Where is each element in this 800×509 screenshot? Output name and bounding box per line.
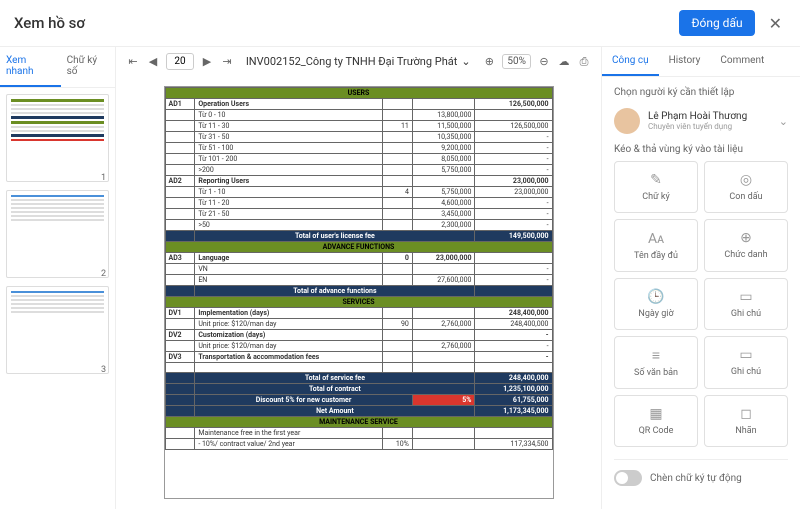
signature-tile-5[interactable]: ▭ Ghi chú: [704, 278, 788, 330]
tile-label: Ghi chú: [731, 367, 761, 377]
thumbnail[interactable]: 2: [6, 190, 109, 278]
thumb-number: 3: [101, 365, 106, 375]
signature-tile-4[interactable]: 🕒 Ngày giờ: [614, 278, 698, 330]
tile-label: Số văn bản: [634, 368, 678, 378]
last-page-icon[interactable]: ⇥: [220, 55, 234, 69]
signature-tile-0[interactable]: ✎ Chữ ký: [614, 161, 698, 213]
signer-role: Chuyên viên tuyển dụng: [648, 122, 771, 131]
tile-icon: ▭: [739, 347, 752, 363]
auto-sign-label: Chèn chữ ký tự động: [650, 473, 742, 484]
tab-digital-sign[interactable]: Chữ ký số: [61, 47, 115, 87]
zoom-in-icon[interactable]: ⊕: [482, 55, 496, 69]
signer-selector[interactable]: Lê Phạm Hoài Thương Chuyên viên tuyển dụ…: [614, 104, 788, 144]
stamp-button[interactable]: Đóng dấu: [679, 10, 754, 36]
tile-icon: ▭: [739, 289, 752, 305]
document-page: USERS AD1Operation Users126,500,000 Từ 0…: [164, 86, 554, 499]
zoom-out-icon[interactable]: ⊖: [537, 55, 551, 69]
signature-tile-8[interactable]: ▦ QR Code: [614, 395, 698, 447]
cloud-download-icon[interactable]: ☁: [557, 55, 571, 69]
tile-label: Chữ ký: [642, 192, 669, 202]
print-icon[interactable]: ⎙: [577, 55, 591, 69]
thumbnail-list: 1 2 3: [0, 88, 115, 509]
signature-tile-2[interactable]: Aᴀ Tên đầy đủ: [614, 219, 698, 272]
tile-icon: ◻: [740, 406, 752, 422]
tile-label: QR Code: [639, 426, 674, 436]
signature-tile-1[interactable]: ◎ Con dấu: [704, 161, 788, 213]
tile-label: Tên đầy đủ: [634, 251, 678, 261]
tab-history[interactable]: History: [659, 47, 711, 76]
thumbnail[interactable]: 1: [6, 94, 109, 182]
next-page-icon[interactable]: ▶: [200, 55, 214, 69]
zoom-level[interactable]: 50%: [502, 54, 531, 69]
avatar: [614, 108, 640, 134]
thumb-number: 2: [101, 269, 106, 279]
tab-quickview[interactable]: Xem nhanh: [0, 47, 61, 87]
signature-tile-9[interactable]: ◻ Nhãn: [704, 395, 788, 447]
tile-icon: Aᴀ: [648, 230, 664, 247]
close-icon[interactable]: ✕: [765, 12, 786, 35]
tile-label: Ngày giờ: [638, 309, 673, 319]
tile-icon: ◎: [740, 172, 752, 188]
chevron-down-icon: ⌄: [779, 115, 788, 128]
page-input[interactable]: [166, 53, 194, 70]
signature-tile-3[interactable]: ⊕ Chức danh: [704, 219, 788, 272]
drag-hint-label: Kéo & thả vùng ký vào tài liệu: [614, 144, 788, 155]
thumbnail[interactable]: 3: [6, 286, 109, 374]
tile-label: Con dấu: [729, 192, 762, 202]
signature-tile-6[interactable]: ≡ Số văn bản: [614, 336, 698, 389]
signer-name: Lê Phạm Hoài Thương: [648, 111, 771, 122]
tile-icon: ≡: [652, 347, 660, 364]
tile-label: Ghi chú: [731, 309, 761, 319]
thumb-number: 1: [101, 173, 106, 183]
prev-page-icon[interactable]: ◀: [146, 55, 160, 69]
document-title-dropdown[interactable]: INV002152_Công ty TNHH Đại Trường Phát ⌄: [246, 55, 471, 68]
tile-label: Chức danh: [724, 250, 767, 260]
first-page-icon[interactable]: ⇤: [126, 55, 140, 69]
tab-comment[interactable]: Comment: [710, 47, 774, 76]
tab-tools[interactable]: Công cụ: [602, 47, 659, 76]
tile-icon: ▦: [649, 406, 662, 422]
page-title: Xem hồ sơ: [14, 14, 85, 32]
document-title: INV002152_Công ty TNHH Đại Trường Phát: [246, 55, 458, 68]
tile-icon: ✎: [650, 172, 662, 188]
auto-sign-toggle[interactable]: [614, 470, 642, 486]
tile-label: Nhãn: [735, 426, 756, 436]
tile-icon: 🕒: [647, 289, 664, 305]
chevron-down-icon: ⌄: [461, 55, 470, 68]
signature-tile-7[interactable]: ▭ Ghi chú: [704, 336, 788, 389]
select-signer-label: Chọn người ký cần thiết lập: [614, 87, 788, 98]
tile-icon: ⊕: [740, 230, 752, 246]
